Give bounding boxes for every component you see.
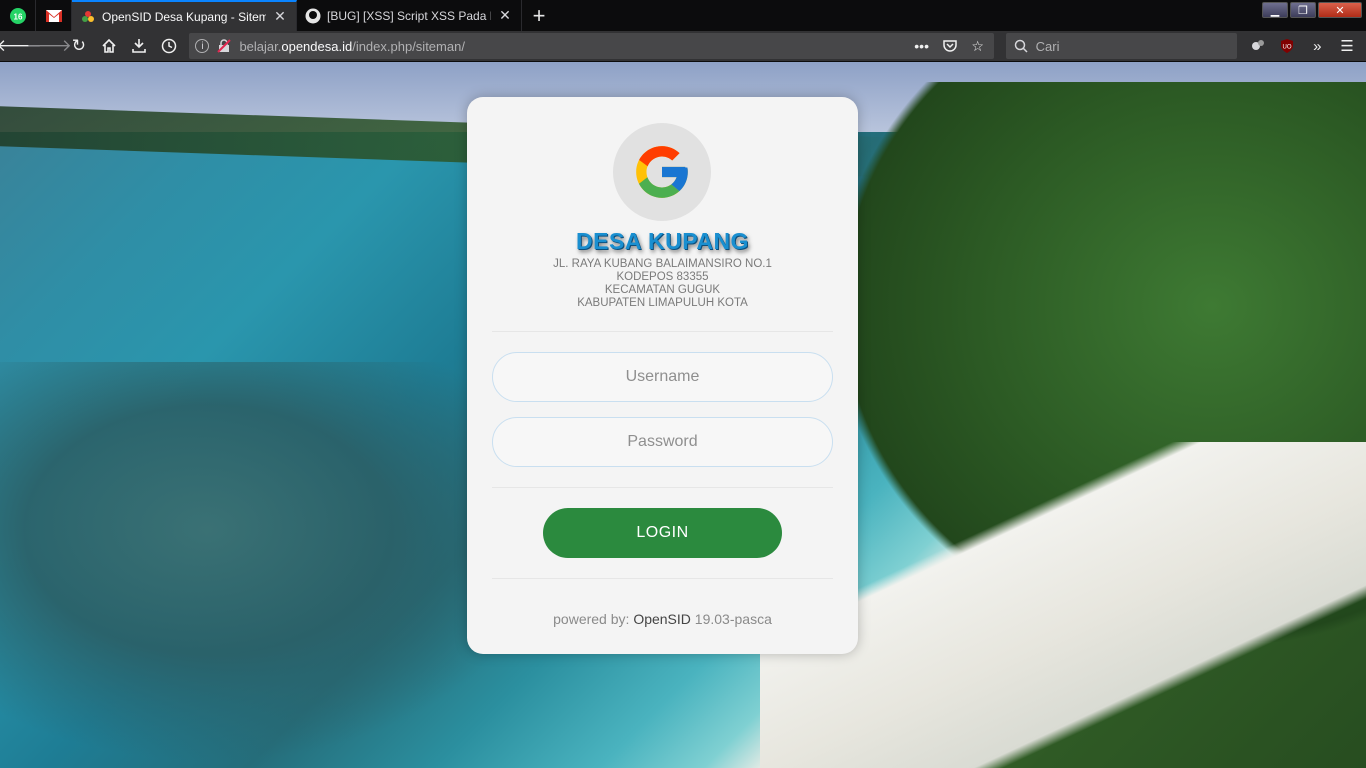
- forward-button[interactable]: 🡒: [26, 32, 72, 60]
- reload-icon: ↻: [71, 36, 87, 55]
- divider: [492, 487, 833, 488]
- ublock-icon: UO: [1281, 39, 1294, 53]
- navigation-toolbar: 🡐 🡒 ↻ i belajar.opendesa.id/index.php/si…: [0, 31, 1366, 62]
- library-button[interactable]: [124, 32, 154, 60]
- overflow-menu-button[interactable]: »: [1302, 38, 1332, 55]
- opensid-link[interactable]: OpenSID: [633, 611, 691, 627]
- new-tab-button[interactable]: +: [522, 0, 556, 31]
- home-icon: [102, 38, 116, 53]
- hamburger-icon: ☰: [1340, 38, 1354, 55]
- google-g-logo-icon: [636, 146, 688, 198]
- address-line-street: JL. RAYA KUBANG BALAIMANSIRO NO.1: [553, 258, 772, 270]
- url-host: opendesa.id: [281, 38, 353, 54]
- close-window-button[interactable]: ✕: [1318, 2, 1362, 18]
- site-title: DESA KUPANG: [576, 228, 749, 254]
- search-icon: [1014, 39, 1028, 53]
- search-placeholder: Cari: [1035, 38, 1060, 54]
- divider: [492, 331, 833, 332]
- gmail-icon: [45, 9, 62, 22]
- address-bar[interactable]: i belajar.opendesa.id/index.php/siteman/…: [189, 33, 994, 59]
- window-controls: ▁ ❐ ✕: [1262, 0, 1366, 31]
- pinned-tab-gmail[interactable]: [36, 0, 72, 31]
- page-viewport: DESA KUPANG JL. RAYA KUBANG BALAIMANSIRO…: [0, 62, 1366, 768]
- minimize-icon: ▁: [1270, 4, 1280, 17]
- minimize-button[interactable]: ▁: [1262, 2, 1288, 18]
- powered-by-prefix: powered by:: [553, 611, 634, 627]
- username-input[interactable]: [492, 352, 833, 402]
- close-icon: ✕: [1335, 4, 1345, 17]
- whatsapp-badge: 16: [13, 12, 22, 21]
- bookmark-star-icon[interactable]: ☆: [968, 38, 988, 55]
- divider: [492, 578, 833, 579]
- login-card: DESA KUPANG JL. RAYA KUBANG BALAIMANSIRO…: [467, 97, 858, 654]
- pinned-tab-whatsapp[interactable]: 16: [0, 0, 36, 31]
- puzzle-extension-icon: [1251, 40, 1264, 50]
- url-text[interactable]: belajar.opendesa.id/index.php/siteman/: [239, 39, 903, 54]
- github-icon: [305, 8, 321, 23]
- insecure-lock-icon[interactable]: [217, 39, 232, 53]
- tab-github-bug[interactable]: [BUG] [XSS] Script XSS Pada Form ✕: [297, 0, 522, 31]
- url-path: /index.php/siteman/: [352, 38, 465, 54]
- tab-bar: 16 OpenSID Desa Kupang - Siteman ✕ [BUG]…: [0, 0, 1366, 31]
- pocket-icon[interactable]: [940, 38, 960, 54]
- maximize-button[interactable]: ❐: [1290, 2, 1316, 18]
- plus-icon: +: [532, 2, 546, 28]
- whatsapp-icon: 16: [9, 7, 26, 24]
- password-input[interactable]: [492, 417, 833, 467]
- login-button[interactable]: LOGIN: [543, 508, 782, 558]
- village-logo: [613, 123, 711, 221]
- clock-icon: [161, 38, 176, 54]
- close-tab-icon[interactable]: ✕: [497, 7, 513, 24]
- tab-title: [BUG] [XSS] Script XSS Pada Form: [327, 8, 491, 23]
- address-line-regency: KABUPATEN LIMAPULUH KOTA: [577, 297, 748, 309]
- maximize-icon: ❐: [1298, 4, 1308, 17]
- close-tab-icon[interactable]: ✕: [272, 8, 288, 25]
- url-prefix: belajar.: [239, 38, 282, 54]
- address-line-district: KECAMATAN GUGUK: [604, 284, 721, 296]
- tab-title: OpenSID Desa Kupang - Siteman: [102, 9, 266, 24]
- ublock-button[interactable]: UO: [1272, 38, 1302, 54]
- history-button[interactable]: [154, 32, 184, 60]
- library-icon: [131, 39, 146, 53]
- powered-by-footer: powered by: OpenSID 19.03-pasca: [467, 611, 858, 627]
- search-bar[interactable]: Cari: [1005, 33, 1237, 59]
- tab-opensid[interactable]: OpenSID Desa Kupang - Siteman ✕: [72, 0, 297, 31]
- reload-button[interactable]: ↻: [64, 32, 94, 60]
- info-icon[interactable]: i: [195, 39, 210, 53]
- hamburger-menu-button[interactable]: ☰: [1332, 37, 1362, 55]
- version-label: 19.03-pasca: [690, 611, 772, 627]
- ublock-badge: UO: [1283, 45, 1292, 51]
- address-line-postcode: KODEPOS 83355: [616, 271, 709, 283]
- home-button[interactable]: [94, 32, 124, 60]
- page-actions-icon[interactable]: •••: [912, 38, 932, 54]
- extension-button[interactable]: [1243, 38, 1273, 54]
- double-chevron-right-icon: »: [1313, 37, 1322, 55]
- opensid-favicon-icon: [82, 10, 94, 22]
